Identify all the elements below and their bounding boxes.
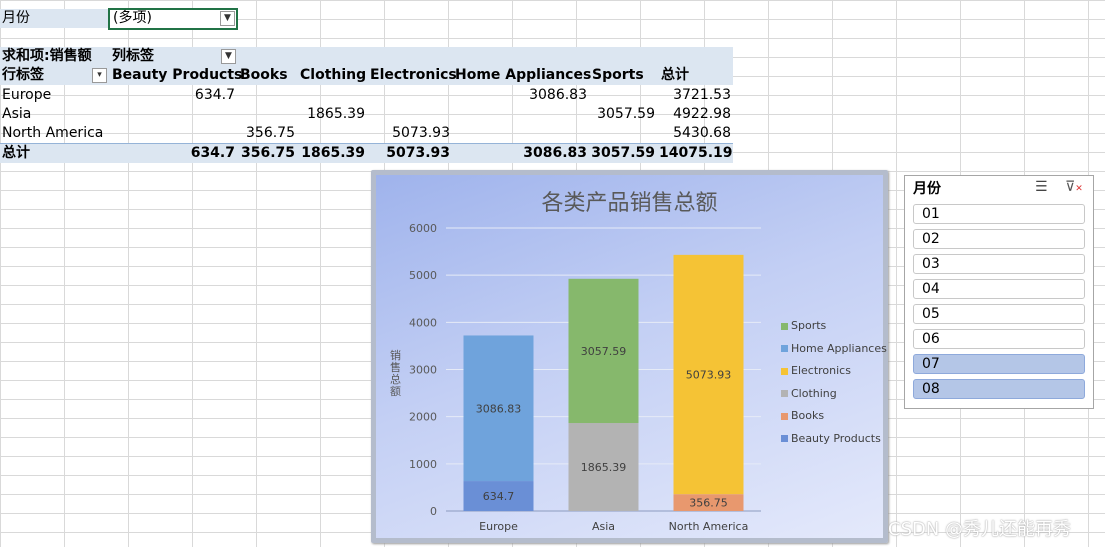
y-tick-label: 2000 — [409, 411, 437, 424]
chart-legend[interactable]: Sports Home Appliances Electronics Clothing… — [781, 315, 887, 450]
pivot-value-cell[interactable]: 356.75 — [238, 124, 295, 143]
pivot-row-label-cell[interactable]: Europe — [2, 86, 51, 105]
pivot-value-cell[interactable]: 3086.83 — [455, 86, 587, 105]
legend-label: Electronics — [791, 364, 851, 377]
pivot-col-header[interactable]: Electronics — [370, 66, 457, 85]
pivot-value-cell[interactable]: 3721.53 — [659, 86, 731, 105]
pivot-value-cell[interactable]: 4922.98 — [659, 105, 731, 124]
legend-label: Home Appliances — [791, 341, 887, 355]
slicer-item-08[interactable]: 08 — [913, 379, 1085, 399]
filter-dropdown-icon[interactable]: ▼ — [220, 11, 235, 26]
legend-item[interactable]: Sports — [781, 315, 887, 338]
pivot-row-label: 行标签 — [2, 67, 44, 83]
pivot-value-cell[interactable]: 1865.39 — [298, 105, 365, 124]
pivot-grand-total-row: 总计 634.7 356.75 1865.39 5073.93 3086.83 … — [0, 143, 733, 163]
legend-label: Clothing — [791, 386, 837, 400]
pivot-col-header[interactable]: Books — [240, 66, 288, 85]
x-tick-label: Asia — [592, 520, 615, 533]
data-label: 5073.93 — [686, 369, 732, 382]
pivot-total-cell[interactable]: 3086.83 — [455, 144, 587, 163]
month-slicer[interactable]: 月份 ☰ ⊽✕ 01 02 03 04 05 06 07 08 — [904, 175, 1094, 409]
slicer-title: 月份 — [913, 181, 941, 197]
pivot-total-cell[interactable]: 1865.39 — [298, 144, 365, 163]
pivot-column-label: 列标签 — [112, 48, 154, 64]
legend-item[interactable]: Books — [781, 405, 887, 428]
row-label-filter-icon[interactable]: ▾ — [92, 68, 107, 83]
pivot-col-header[interactable]: Beauty Products — [112, 66, 242, 85]
y-tick-label: 0 — [430, 505, 437, 518]
legend-item[interactable]: Home Appliances — [781, 338, 887, 361]
pivot-row-north-america: North America 356.75 5073.93 5430.68 — [0, 124, 733, 143]
pivot-total-cell[interactable]: 356.75 — [238, 144, 295, 163]
legend-swatch — [781, 345, 788, 352]
y-tick-label: 3000 — [409, 364, 437, 377]
legend-swatch — [781, 322, 788, 330]
slicer-item-02[interactable]: 02 — [913, 229, 1085, 249]
report-filter-value: (多项) — [113, 10, 152, 26]
y-tick-label: 4000 — [409, 316, 437, 329]
legend-label: Beauty Products — [791, 431, 881, 445]
slicer-item-03[interactable]: 03 — [913, 254, 1085, 274]
pivot-col-header[interactable]: Home Appliances — [455, 66, 591, 85]
y-tick-label: 6000 — [409, 222, 437, 235]
pivot-row-europe: Europe 634.7 3086.83 3721.53 — [0, 86, 733, 105]
data-label: 3057.59 — [581, 345, 627, 358]
column-label-dropdown-icon[interactable]: ▼ — [221, 49, 236, 64]
slicer-item-05[interactable]: 05 — [913, 304, 1085, 324]
legend-label: Sports — [791, 319, 827, 332]
slicer-item-01[interactable]: 01 — [913, 204, 1085, 224]
pivot-value-cell[interactable]: 5430.68 — [659, 124, 731, 143]
chart-plot-area[interactable]: 0 1000 2000 3000 4000 5000 6000 634.7 3086.83 Eur… — [376, 175, 776, 538]
legend-item[interactable]: Electronics — [781, 360, 887, 383]
data-label: 3086.83 — [476, 402, 522, 415]
legend-swatch — [781, 435, 788, 442]
legend-swatch — [781, 367, 788, 375]
pivot-total-cell[interactable]: 14075.19 — [659, 144, 733, 163]
multi-select-icon[interactable]: ☰ — [1035, 179, 1048, 195]
legend-swatch — [781, 390, 788, 397]
watermark: CSDN @秀儿还能再秀 — [888, 519, 1072, 540]
pivot-chart[interactable]: 各类产品销售总额 销售总额 0 1000 2000 3000 4000 5000 6000 6… — [371, 170, 888, 543]
pivot-total-cell[interactable]: 3057.59 — [590, 144, 655, 163]
pivot-header-row-1: 求和项:销售额 列标签 ▼ — [0, 47, 733, 66]
pivot-value-cell[interactable]: 634.7 — [110, 86, 235, 105]
data-label: 634.7 — [483, 490, 515, 503]
clear-filter-icon[interactable]: ⊽✕ — [1065, 179, 1083, 195]
pivot-row-asia: Asia 1865.39 3057.59 4922.98 — [0, 105, 733, 124]
x-tick-label: North America — [669, 520, 749, 533]
slicer-item-07[interactable]: 07 — [913, 354, 1085, 374]
slicer-item-04[interactable]: 04 — [913, 279, 1085, 299]
y-tick-label: 1000 — [409, 458, 437, 471]
pivot-total-cell[interactable]: 634.7 — [110, 144, 235, 163]
pivot-row-label-cell[interactable]: North America — [2, 124, 103, 143]
legend-item[interactable]: Beauty Products — [781, 428, 887, 451]
x-tick-label: Europe — [479, 520, 518, 533]
pivot-col-header[interactable]: 总计 — [661, 66, 689, 85]
report-filter-row: 月份 — [0, 9, 108, 28]
pivot-value-cell[interactable]: 5073.93 — [368, 124, 450, 143]
pivot-total-label[interactable]: 总计 — [2, 144, 30, 163]
report-filter-label: 月份 — [2, 10, 30, 26]
data-label: 1865.39 — [581, 461, 627, 474]
pivot-value-label: 求和项:销售额 — [2, 48, 92, 64]
pivot-col-header[interactable]: Clothing — [300, 66, 366, 85]
legend-swatch — [781, 412, 788, 420]
legend-item[interactable]: Clothing — [781, 383, 887, 406]
report-filter-value-cell[interactable]: (多项) ▼ — [108, 8, 238, 30]
pivot-row-label-cell[interactable]: Asia — [2, 105, 31, 124]
legend-label: Books — [791, 409, 825, 422]
y-tick-label: 5000 — [409, 269, 437, 282]
pivot-value-cell[interactable]: 3057.59 — [590, 105, 655, 124]
pivot-col-header[interactable]: Sports — [592, 66, 644, 85]
pivot-total-cell[interactable]: 5073.93 — [368, 144, 450, 163]
pivot-header-row-2: 行标签 ▾ Beauty Products Books Clothing Ele… — [0, 66, 733, 85]
slicer-item-06[interactable]: 06 — [913, 329, 1085, 349]
data-label: 356.75 — [689, 497, 728, 510]
